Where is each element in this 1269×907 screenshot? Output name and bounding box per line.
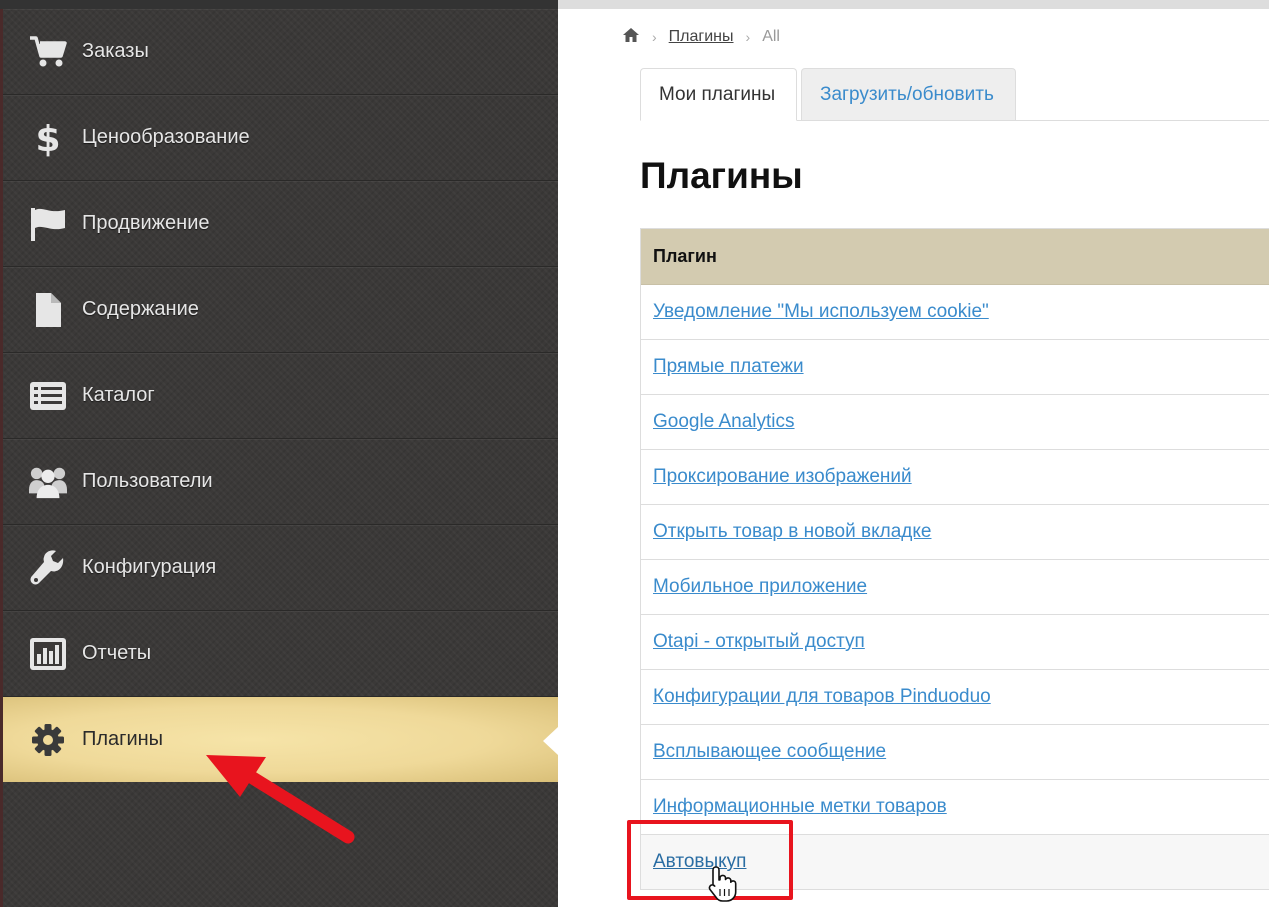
bar-chart-icon [29,635,67,673]
table-row: Всплывающее сообщение [641,725,1269,780]
home-icon[interactable] [622,27,640,48]
plugin-link[interactable]: Otapi - открытый доступ [653,631,865,652]
plugin-link[interactable]: Всплывающее сообщение [653,741,886,762]
breadcrumb-separator: › [652,29,657,45]
plugin-link[interactable]: Уведомление "Мы используем cookie" [653,301,989,322]
svg-text:$: $ [36,119,60,157]
sidebar-item-label: Заказы [82,40,149,62]
table-row: Проксирование изображений [641,450,1269,505]
gear-icon [29,721,67,759]
sidebar-item-content[interactable]: Содержание [3,267,558,353]
plugin-link[interactable]: Мобильное приложение [653,576,867,597]
plugin-link[interactable]: Конфигурации для товаров Pinduoduo [653,686,991,707]
sidebar-item-label: Конфигурация [82,556,217,578]
sidebar-item-label: Ценообразование [82,126,250,148]
breadcrumb-separator: › [745,29,751,45]
flag-icon [29,205,67,243]
users-icon [29,463,67,501]
plugin-link[interactable]: Открыть товар в новой вкладке [653,521,931,542]
plugin-link[interactable]: Проксирование изображений [653,466,912,487]
table-row: Уведомление "Мы используем cookie" [641,285,1269,340]
sidebar-item-reports[interactable]: Отчеты [3,611,558,697]
sidebar-item-catalog[interactable]: Каталог [3,353,558,439]
table-row: Мобильное приложение [641,560,1269,615]
table-row: Прямые платежи [641,340,1269,395]
sidebar-item-label: Плагины [82,728,164,750]
dollar-icon: $ [29,119,67,157]
plugin-link[interactable]: Прямые платежи [653,356,804,377]
sidebar-item-label: Продвижение [82,212,210,234]
file-icon [29,291,67,329]
table-row: Otapi - открытый доступ [641,615,1269,670]
tab-bar: Мои плагины Загрузить/обновить [640,68,1269,121]
table-row: Информационные метки товаров [641,780,1269,835]
sidebar-item-label: Каталог [82,384,155,406]
sidebar-top-edge [0,0,558,9]
sidebar: Заказы $ Ценообразование Продвижение Сод… [0,0,558,907]
tab-my-plugins[interactable]: Мои плагины [640,68,797,121]
sidebar-item-label: Отчеты [82,642,152,664]
list-icon [29,377,67,415]
table-header-plugin: Плагин [641,229,1269,285]
sidebar-item-pricing[interactable]: $ Ценообразование [3,95,558,181]
breadcrumb: › Плагины › All [622,25,780,49]
table-row-hovered: Автовыкуп [641,835,1269,890]
plugin-link[interactable]: Информационные метки товаров [653,796,947,817]
sidebar-item-users[interactable]: Пользователи [3,439,558,525]
sidebar-item-label: Содержание [82,298,199,320]
table-row: Конфигурации для товаров Pinduoduo [641,670,1269,725]
sidebar-item-label: Пользователи [82,470,213,492]
table-row: Google Analytics [641,395,1269,450]
tab-upload-update[interactable]: Загрузить/обновить [801,68,1016,120]
plugin-link[interactable]: Google Analytics [653,411,795,432]
sidebar-item-orders[interactable]: Заказы [3,9,558,95]
plugin-link-autobuy[interactable]: Автовыкуп [653,851,746,872]
shopping-cart-icon [29,33,67,71]
active-item-caret [543,727,558,755]
main-top-edge [558,0,1269,9]
sidebar-item-configuration[interactable]: Конфигурация [3,525,558,611]
breadcrumb-link-plugins[interactable]: Плагины [669,28,734,46]
sidebar-item-plugins[interactable]: Плагины [3,697,558,782]
plugins-table: Плагин Уведомление "Мы используем cookie… [640,228,1269,890]
page-title: Плагины [640,155,803,196]
table-row: Открыть товар в новой вкладке [641,505,1269,560]
sidebar-item-promotion[interactable]: Продвижение [3,181,558,267]
wrench-icon [29,549,67,587]
breadcrumb-current: All [762,28,780,45]
